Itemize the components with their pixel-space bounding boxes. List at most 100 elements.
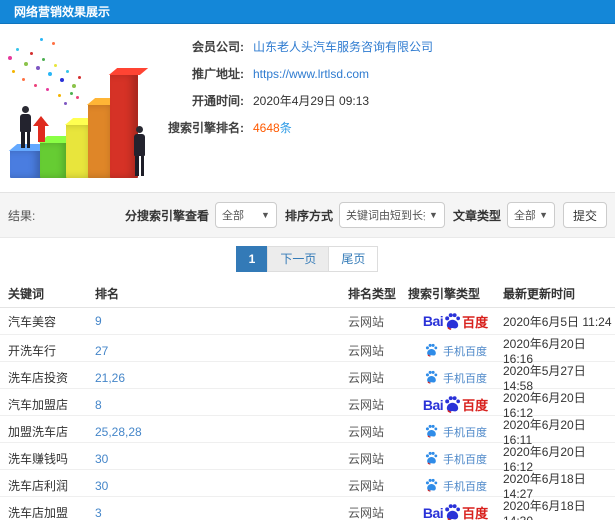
confetti-dot bbox=[76, 96, 79, 99]
confetti-dot bbox=[22, 78, 25, 81]
article-type-select[interactable]: 全部 ▼ bbox=[506, 202, 555, 228]
keyword-cell: 汽车加盟店 bbox=[8, 398, 69, 412]
info-label: 会员公司: bbox=[192, 40, 244, 54]
table-row: 洗车店加盟 3云网站 Bai 百度 2020年6月18日 14:30 bbox=[0, 497, 615, 520]
chevron-down-icon: ▼ bbox=[261, 210, 270, 220]
rank-type-cell: 云网站 bbox=[348, 398, 385, 412]
keyword-cell: 洗车赚钱吗 bbox=[8, 452, 69, 466]
baidu-logo-cn: 百度 bbox=[462, 314, 489, 330]
table-row: 汽车加盟店 8 云网站 Bai 百度 2020年6月20日 16:12 bbox=[0, 389, 615, 420]
baidu-paw-icon bbox=[425, 371, 438, 385]
engine-logo-cell: 手机百度 bbox=[408, 478, 503, 494]
table-row: 开洗车行 27 云网站 手机百度 2020年6月20日 16:16 bbox=[0, 335, 615, 366]
table-row: 洗车店投资 21,26 云网站 手机百度 2020年5月27日 14:58 bbox=[0, 362, 615, 393]
update-time-cell: 2020年6月18日 14:30 bbox=[503, 499, 586, 520]
baidu-logo-latin: Bai bbox=[422, 504, 444, 520]
rank-cell[interactable]: 30 bbox=[95, 452, 348, 466]
mobile-baidu-label: 手机百度 bbox=[443, 372, 487, 385]
table-row: 洗车赚钱吗 30 云网站 手机百度 2020年6月20日 16:12 bbox=[0, 443, 615, 474]
next-page-button[interactable]: 下一页 bbox=[267, 246, 330, 272]
confetti-dot bbox=[78, 76, 81, 79]
engine-filter-value: 全部 bbox=[221, 210, 244, 222]
engine-filter-select[interactable]: 全部 ▼ bbox=[214, 202, 277, 228]
rank-type-cell: 云网站 bbox=[348, 479, 385, 493]
confetti-dot bbox=[34, 84, 37, 87]
page-number-current[interactable]: 1 bbox=[235, 246, 269, 272]
rank-cell[interactable]: 30 bbox=[95, 479, 348, 493]
result-label: 结果: bbox=[8, 208, 36, 223]
mobile-baidu-label: 手机百度 bbox=[443, 345, 487, 358]
engine-logo-cell: Bai 百度 bbox=[408, 395, 503, 414]
table-header-cell: 最新更新时间 bbox=[503, 287, 576, 301]
table-row: 汽车美容 9 云网站 Bai 百度 2020年6月5日 11:24 bbox=[0, 308, 615, 335]
confetti-dot bbox=[40, 38, 43, 41]
mobile-baidu-label: 手机百度 bbox=[443, 453, 487, 466]
confetti-dot bbox=[66, 70, 69, 73]
member-info-section: 会员公司: 山东老人头汽车服务咨询有限公司 推广地址: https://www.lrt… bbox=[0, 24, 615, 192]
article-type-value: 全部 bbox=[513, 210, 536, 222]
keyword-cell: 加盟洗车店 bbox=[8, 425, 69, 439]
engine-filter-label: 分搜索引擎查看 bbox=[124, 208, 209, 223]
table-header-cell: 排名 bbox=[95, 287, 120, 301]
info-row: 会员公司: 山东老人头汽车服务咨询有限公司 bbox=[128, 33, 607, 60]
info-link[interactable]: https://www.lrtlsd.com bbox=[253, 67, 369, 81]
baidu-paw-icon bbox=[425, 344, 438, 358]
engine-logo-cell: 手机百度 bbox=[408, 424, 503, 440]
info-row: 开通时间: 2020年4月29日 09:13 bbox=[128, 87, 607, 114]
confetti-dot bbox=[60, 78, 64, 82]
rank-count: 4648 bbox=[253, 121, 280, 135]
info-link[interactable]: 山东老人头汽车服务咨询有限公司 bbox=[253, 38, 433, 55]
up-arrow-icon bbox=[33, 116, 49, 142]
rank-count-unit: 条 bbox=[279, 121, 292, 135]
confetti-dot bbox=[52, 42, 55, 45]
businessman-figure-left bbox=[20, 106, 31, 148]
last-page-button[interactable]: 尾页 bbox=[328, 246, 379, 272]
confetti-dot bbox=[54, 64, 57, 67]
chevron-down-icon: ▼ bbox=[539, 210, 548, 220]
baidu-paw-icon bbox=[445, 504, 461, 520]
keyword-ranking-table: 关键词 排名 排名类型 搜索引擎类型 最新更新时间 汽车美容 9 云网站 Bai 百度 2020年… bbox=[0, 280, 615, 520]
confetti-dot bbox=[70, 92, 73, 95]
article-type-label: 文章类型 bbox=[452, 208, 501, 223]
keyword-cell: 洗车店投资 bbox=[8, 371, 69, 385]
keyword-cell: 开洗车行 bbox=[8, 344, 57, 358]
confetti-dot bbox=[58, 94, 61, 97]
search-engine-rank-value: 4648条 bbox=[253, 119, 292, 136]
confetti-dot bbox=[36, 66, 40, 70]
table-header-cell: 搜索引擎类型 bbox=[408, 287, 481, 301]
rank-cell[interactable]: 9 bbox=[95, 314, 348, 328]
filter-bar: 结果: 分搜索引擎查看 全部 ▼ 排序方式 关键词由短到长排序 ▼ 文章类型 全… bbox=[0, 192, 615, 238]
engine-logo-cell: 手机百度 bbox=[408, 370, 503, 386]
engine-logo-cell: 手机百度 bbox=[408, 343, 503, 359]
rank-cell[interactable]: 8 bbox=[95, 398, 348, 412]
sort-filter-label: 排序方式 bbox=[284, 208, 333, 223]
confetti-dot bbox=[24, 62, 28, 66]
rank-type-cell: 云网站 bbox=[348, 344, 385, 358]
info-label: 推广地址: bbox=[192, 67, 244, 81]
table-row: 洗车店利润 30 云网站 手机百度 2020年6月18日 14:27 bbox=[0, 470, 615, 501]
confetti-dot bbox=[8, 56, 12, 60]
confetti-dot bbox=[42, 58, 45, 61]
sort-filter-select[interactable]: 关键词由短到长排序 ▼ bbox=[338, 202, 445, 228]
page: 网络营销效果展示 会员公司: 山东老人头汽车服务咨询有限公司 推广地址: https:… bbox=[0, 0, 615, 520]
rank-cell[interactable]: 21,26 bbox=[95, 371, 348, 385]
rank-cell[interactable]: 27 bbox=[95, 344, 348, 358]
confetti-dot bbox=[30, 52, 33, 55]
chart-bar bbox=[10, 150, 42, 178]
rank-type-cell: 云网站 bbox=[348, 314, 385, 329]
baidu-logo-latin: Bai bbox=[422, 396, 444, 413]
info-row: 推广地址: https://www.lrtlsd.com bbox=[128, 60, 607, 87]
confetti-dot bbox=[46, 88, 49, 91]
pagination: 1 下一页 尾页 bbox=[0, 246, 615, 272]
rank-type-cell: 云网站 bbox=[348, 506, 385, 520]
keyword-cell: 洗车店加盟 bbox=[8, 506, 69, 520]
table-header-cell: 关键词 bbox=[8, 287, 45, 301]
rank-type-cell: 云网站 bbox=[348, 371, 385, 385]
rank-type-cell: 云网站 bbox=[348, 452, 385, 466]
sort-filter-value: 关键词由短到长排序 bbox=[345, 210, 425, 222]
rank-cell[interactable]: 25,28,28 bbox=[95, 425, 348, 439]
info-label: 开通时间: bbox=[192, 94, 244, 108]
table-header-cell: 排名类型 bbox=[348, 287, 397, 301]
rank-cell[interactable]: 3 bbox=[95, 506, 348, 520]
submit-button[interactable]: 提交 bbox=[562, 202, 607, 228]
